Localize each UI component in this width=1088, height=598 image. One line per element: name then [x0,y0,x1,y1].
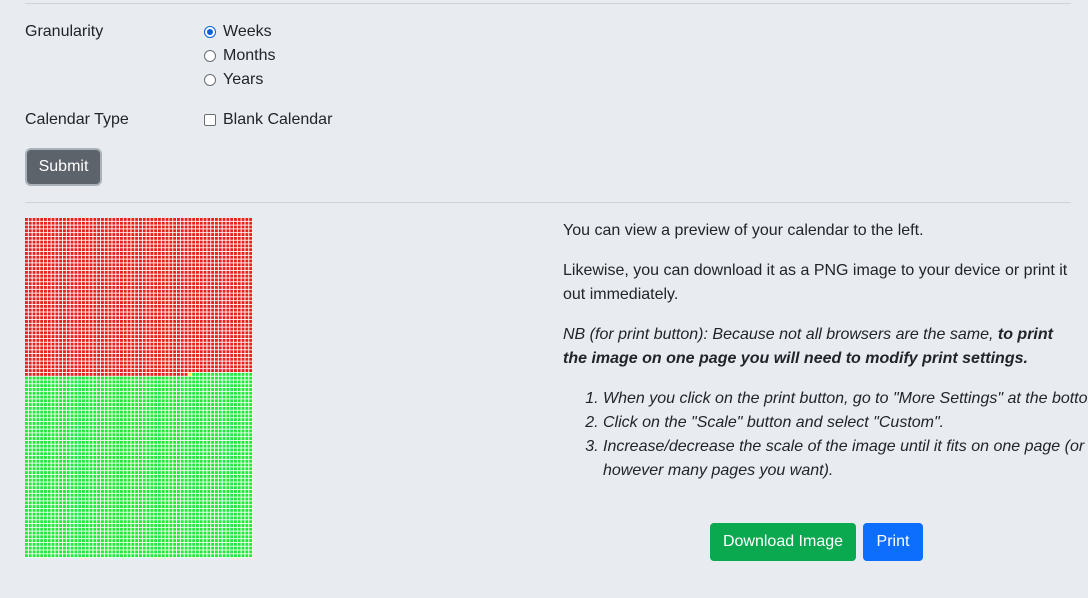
middle-divider [25,202,1071,203]
weeks-label: Weeks [223,23,272,40]
nb-intro: NB (for print button): Because not all b… [563,326,998,343]
info-paragraph-1: You can view a preview of your calendar … [563,222,924,239]
calendar-type-label: Calendar Type [25,111,129,128]
step-1: When you click on the print button, go t… [603,387,1088,411]
granularity-option-months[interactable]: Months [204,47,275,65]
blank-calendar-option[interactable]: Blank Calendar [204,111,332,129]
info-paragraph-2: Likewise, you can download it as a PNG i… [563,262,1068,303]
granularity-option-years[interactable]: Years [204,71,263,89]
blank-calendar-checkbox[interactable] [204,114,216,126]
print-steps-list: When you click on the print button, go t… [563,387,1088,483]
granularity-option-weeks[interactable]: Weeks [204,23,272,41]
weeks-radio[interactable] [204,26,216,38]
years-label: Years [223,71,264,88]
years-radio[interactable] [204,74,216,86]
submit-button[interactable]: Submit [25,148,102,186]
calendar-preview-grid [25,218,253,558]
download-image-button[interactable]: Download Image [710,523,856,561]
step-3: Increase/decrease the scale of the image… [603,435,1088,483]
nb-note: NB (for print button): Because not all b… [563,323,1068,371]
blank-calendar-label: Blank Calendar [223,111,333,128]
calendar-preview [25,218,253,558]
print-button[interactable]: Print [863,523,923,561]
granularity-label: Granularity [25,23,104,40]
months-radio[interactable] [204,50,216,62]
top-divider [25,3,1071,4]
step-2: Click on the "Scale" button and select "… [603,411,1088,435]
months-label: Months [223,47,276,64]
